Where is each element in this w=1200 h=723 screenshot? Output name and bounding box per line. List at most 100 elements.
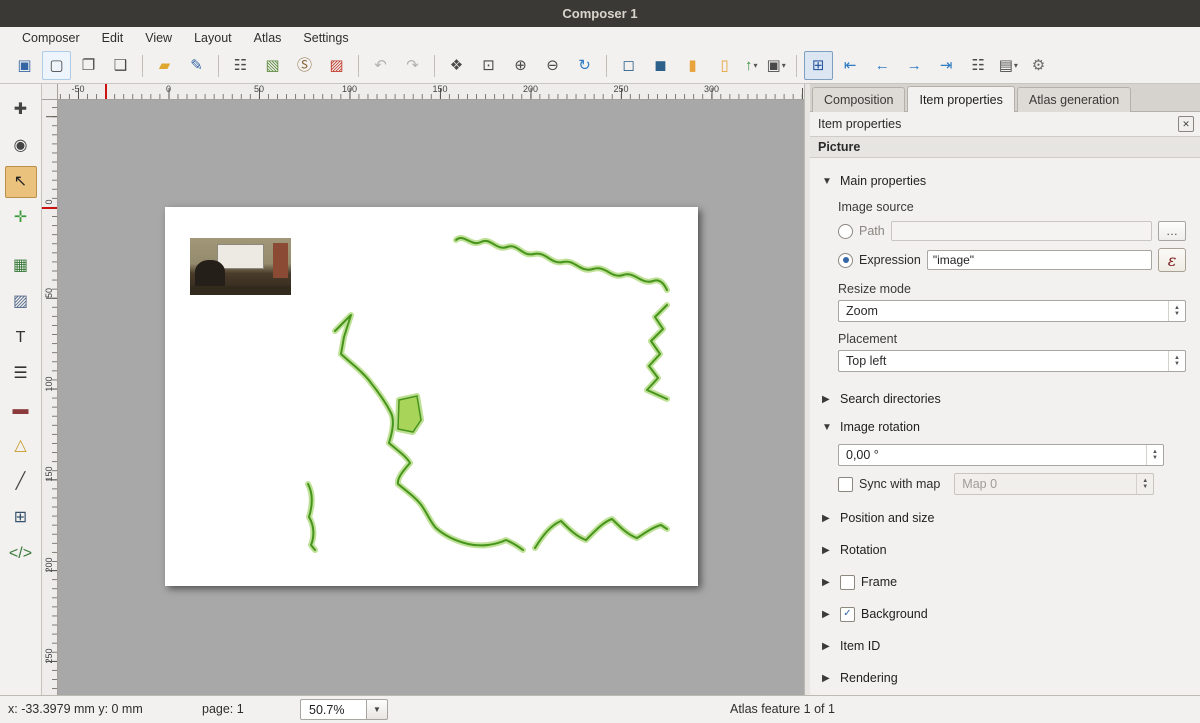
add-shape-tool-button[interactable]: △ bbox=[5, 430, 37, 462]
atlas-last-feature-icon: ⇥ bbox=[940, 58, 953, 73]
add-attribute-table-tool-button[interactable]: ⊞ bbox=[5, 502, 37, 534]
select-move-item-tool-button[interactable]: ↖ bbox=[5, 166, 37, 198]
print-button[interactable]: ☷ bbox=[226, 51, 255, 80]
save-composition-button[interactable]: ▣ bbox=[10, 51, 39, 80]
section-position-and-size[interactable]: ▶ Position and size bbox=[822, 509, 1186, 527]
atlas-first-feature-button[interactable]: ⇤ bbox=[836, 51, 865, 80]
combo-arrows-icon[interactable]: ▲ ▼ bbox=[1168, 301, 1185, 321]
sync-with-map-label[interactable]: Sync with map bbox=[859, 477, 940, 491]
menu-item-view[interactable]: View bbox=[135, 29, 182, 47]
lock-selected-items-icon: ▮ bbox=[688, 58, 696, 73]
add-html-frame-tool-button[interactable]: </> bbox=[5, 538, 37, 570]
new-composition-button[interactable]: ▢ bbox=[42, 51, 71, 80]
section-image-rotation[interactable]: ▼ Image rotation bbox=[822, 418, 1186, 436]
export-as-image-button[interactable]: ▧ bbox=[258, 51, 287, 80]
section-rendering[interactable]: ▶ Rendering bbox=[822, 669, 1186, 687]
raise-selected-items-button[interactable]: ↑▾ bbox=[742, 51, 761, 80]
picture-item[interactable] bbox=[190, 238, 291, 295]
section-item-id[interactable]: ▶ Item ID bbox=[822, 637, 1186, 655]
expression-radio-label[interactable]: Expression bbox=[859, 253, 921, 267]
frame-checkbox[interactable] bbox=[840, 575, 855, 590]
deselect-items-button[interactable]: ◼ bbox=[646, 51, 675, 80]
menu-item-atlas[interactable]: Atlas bbox=[244, 29, 292, 47]
lock-selected-items-button[interactable]: ▮ bbox=[678, 51, 707, 80]
unlock-all-items-button[interactable]: ▯ bbox=[710, 51, 739, 80]
zoom-actual-size-button[interactable]: ⊡ bbox=[474, 51, 503, 80]
expression-builder-button[interactable]: ε bbox=[1158, 248, 1186, 272]
composer-page[interactable] bbox=[165, 207, 698, 586]
spinner-arrows-icon[interactable]: ▲ ▼ bbox=[1146, 445, 1163, 465]
pan-tool-button[interactable]: ✚ bbox=[5, 94, 37, 126]
path-input[interactable] bbox=[891, 221, 1152, 241]
background-checkbox[interactable]: ✓ bbox=[840, 607, 855, 622]
save-as-template-button[interactable]: ✎ bbox=[182, 51, 211, 80]
panel-close-button[interactable]: ✕ bbox=[1178, 116, 1194, 132]
add-scalebar-tool-button[interactable]: ▬ bbox=[5, 394, 37, 426]
atlas-last-feature-button[interactable]: ⇥ bbox=[932, 51, 961, 80]
menu-item-settings[interactable]: Settings bbox=[293, 29, 358, 47]
atlas-preview-button[interactable]: ⊞ bbox=[804, 51, 833, 80]
section-search-directories[interactable]: ▶ Search directories bbox=[822, 390, 1186, 408]
contour-glow-layer bbox=[308, 238, 667, 550]
atlas-next-feature-button[interactable]: → bbox=[900, 51, 929, 80]
export-atlas-button[interactable]: ▤▾ bbox=[996, 51, 1021, 80]
add-new-map-tool-icon: ▦ bbox=[13, 258, 28, 274]
load-from-template-button[interactable]: ▰ bbox=[150, 51, 179, 80]
move-item-content-tool-button[interactable]: ✛ bbox=[5, 202, 37, 234]
export-atlas-icon: ▤ bbox=[999, 58, 1013, 73]
ruler-label: 150 bbox=[44, 464, 54, 484]
add-legend-tool-button[interactable]: ☰ bbox=[5, 358, 37, 390]
section-rotation[interactable]: ▶ Rotation bbox=[822, 541, 1186, 559]
tab-composition[interactable]: Composition bbox=[812, 87, 905, 112]
tab-item-properties[interactable]: Item properties bbox=[907, 86, 1014, 112]
zoom-in-button[interactable]: ⊕ bbox=[506, 51, 535, 80]
zoom-full-button[interactable]: ❖ bbox=[442, 51, 471, 80]
align-items-button[interactable]: ▣▾ bbox=[764, 51, 789, 80]
duplicate-composition-button[interactable]: ❐ bbox=[74, 51, 103, 80]
collapse-expanded-icon: ▼ bbox=[822, 176, 834, 187]
export-as-svg-button[interactable]: Ⓢ bbox=[290, 51, 319, 80]
section-main-properties[interactable]: ▼ Main properties bbox=[822, 172, 1186, 190]
browse-button[interactable]: … bbox=[1158, 221, 1186, 241]
atlas-settings-button[interactable]: ⚙ bbox=[1024, 51, 1053, 80]
refresh-view-button[interactable]: ↻ bbox=[570, 51, 599, 80]
export-atlas-dropdown-icon[interactable]: ▾ bbox=[1014, 61, 1018, 70]
print-atlas-button[interactable]: ☷ bbox=[964, 51, 993, 80]
photo-whiteboard bbox=[217, 244, 263, 269]
add-arrow-tool-icon: ╱ bbox=[16, 474, 26, 490]
zoom-level-select[interactable]: 50.7% ▼ bbox=[300, 699, 388, 720]
section-frame[interactable]: ▶ Frame bbox=[822, 573, 1186, 591]
placement-select[interactable]: Top left ▲ ▼ bbox=[838, 350, 1186, 372]
combo-arrows-icon[interactable]: ▲ ▼ bbox=[1168, 351, 1185, 371]
add-new-map-tool-button[interactable]: ▦ bbox=[5, 250, 37, 282]
zoom-dropdown-button[interactable]: ▼ bbox=[366, 699, 388, 720]
expression-radio[interactable] bbox=[838, 253, 853, 268]
path-radio[interactable] bbox=[838, 224, 853, 239]
raise-selected-items-dropdown-icon[interactable]: ▾ bbox=[754, 61, 758, 70]
section-background[interactable]: ▶ ✓ Background bbox=[822, 605, 1186, 623]
map-select[interactable]: Map 0 ▲ ▼ bbox=[954, 473, 1154, 495]
tab-atlas-generation[interactable]: Atlas generation bbox=[1017, 87, 1131, 112]
resize-mode-select[interactable]: Zoom ▲ ▼ bbox=[838, 300, 1186, 322]
path-radio-label[interactable]: Path bbox=[859, 224, 885, 238]
menu-item-layout[interactable]: Layout bbox=[184, 29, 242, 47]
zoom-tool-button[interactable]: ◉ bbox=[5, 130, 37, 162]
menu-item-edit[interactable]: Edit bbox=[92, 29, 134, 47]
expression-input[interactable] bbox=[927, 250, 1152, 270]
add-image-tool-button[interactable]: ▨ bbox=[5, 286, 37, 318]
toolbar-separator bbox=[796, 55, 797, 77]
composition-canvas[interactable] bbox=[58, 100, 804, 695]
select-items-button[interactable]: ◻ bbox=[614, 51, 643, 80]
rotation-angle-input[interactable]: 0,00 ° ▲ ▼ bbox=[838, 444, 1164, 466]
manage-composers-icon: ❑ bbox=[114, 58, 127, 73]
zoom-out-button[interactable]: ⊖ bbox=[538, 51, 567, 80]
add-arrow-tool-button[interactable]: ╱ bbox=[5, 466, 37, 498]
align-items-dropdown-icon[interactable]: ▾ bbox=[782, 61, 786, 70]
menu-item-composer[interactable]: Composer bbox=[12, 29, 90, 47]
export-as-pdf-button[interactable]: ▨ bbox=[322, 51, 351, 80]
undo-icon: ↶ bbox=[374, 58, 387, 73]
sync-with-map-checkbox[interactable] bbox=[838, 477, 853, 492]
add-label-tool-button[interactable]: T bbox=[5, 322, 37, 354]
atlas-previous-feature-button[interactable]: ← bbox=[868, 51, 897, 80]
manage-composers-button[interactable]: ❑ bbox=[106, 51, 135, 80]
